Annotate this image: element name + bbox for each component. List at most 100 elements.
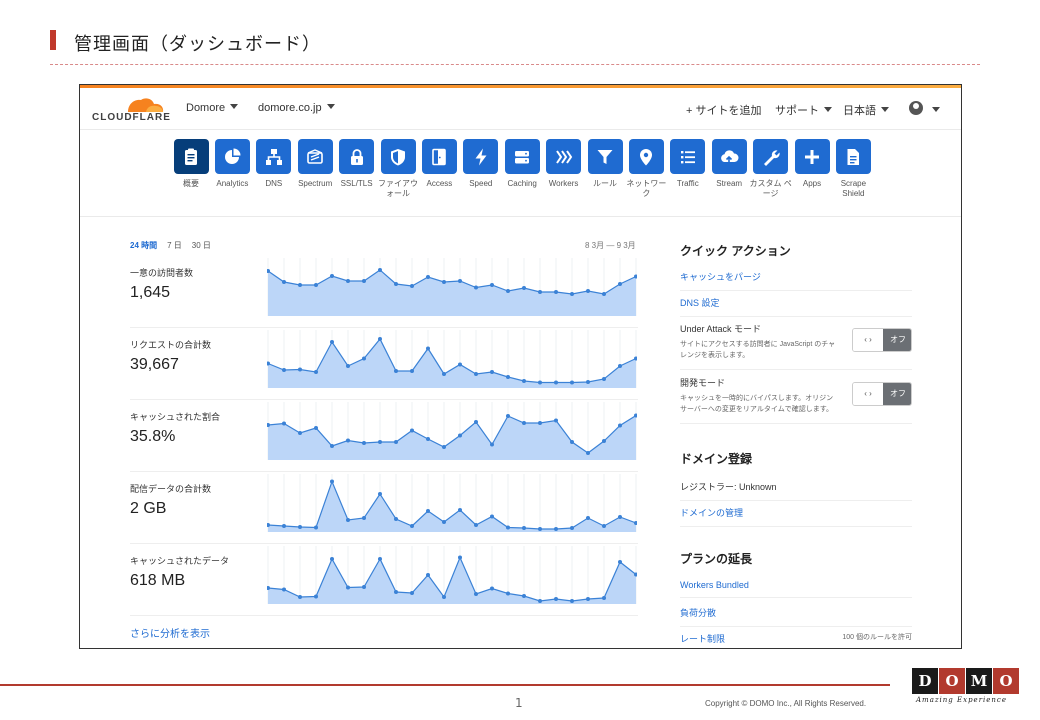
sparkline-point — [298, 525, 302, 529]
app-network[interactable]: DNS — [252, 139, 296, 189]
clipboard-icon — [173, 139, 209, 174]
sparkline-chart[interactable] — [267, 330, 637, 388]
app-wrench[interactable]: カスタム ページ — [749, 139, 793, 199]
app-label: 概要 — [183, 179, 199, 188]
under-attack-description: サイトにアクセスする訪問者に JavaScript のチャレンジを表示します。 — [680, 341, 836, 359]
metric-value: 1,645 — [130, 284, 171, 301]
wrench-icon — [753, 139, 789, 174]
sparkline-point — [442, 595, 446, 599]
app-label: ネットワーク — [626, 179, 667, 198]
sparkline-point — [570, 526, 574, 530]
app-label: Caching — [507, 179, 537, 188]
sparkline-point — [410, 428, 414, 433]
sparkline-point — [410, 284, 414, 288]
dev-mode-toggle[interactable]: ‹ › オフ — [852, 382, 912, 406]
app-spectrum[interactable]: Spectrum — [293, 139, 337, 189]
sparkline-point — [538, 599, 542, 603]
sparkline-point — [362, 356, 366, 361]
sparkline-point — [314, 594, 318, 599]
sparkline-point — [538, 290, 542, 294]
app-location-pin[interactable]: ネットワーク — [624, 139, 668, 199]
app-list[interactable]: Traffic — [666, 139, 710, 189]
rate-limiting-link[interactable]: レート制限 — [680, 634, 725, 644]
app-lock[interactable]: SSL/TLS — [335, 139, 379, 189]
sparkline-point — [346, 585, 350, 590]
language-dropdown[interactable]: 日本語 — [843, 102, 889, 118]
app-workers[interactable]: Workers — [542, 139, 586, 189]
app-bolt[interactable]: Speed — [459, 139, 503, 189]
sparkline-point — [522, 379, 526, 383]
sparkline-point — [330, 340, 334, 344]
dns-settings-link[interactable]: DNS 設定 — [680, 298, 720, 308]
registrar-text: レジストラー: Unknown — [680, 482, 777, 492]
sparkline-chart[interactable] — [267, 474, 637, 532]
sparkline-point — [282, 587, 286, 592]
sparkline-point — [394, 369, 398, 373]
app-label: ファイアウォール — [378, 179, 418, 198]
sparkline-point — [506, 414, 510, 418]
sparkline-point — [346, 518, 350, 522]
app-plus[interactable]: Apps — [790, 139, 834, 189]
page-number: 1 — [515, 696, 523, 710]
domain-registration-heading: ドメイン登録 — [680, 452, 753, 466]
support-dropdown[interactable]: サポート — [775, 102, 832, 118]
app-cloud-upload[interactable]: Stream — [707, 139, 751, 189]
metric-value: 39,667 — [130, 356, 179, 373]
domo-logo-letter: O — [939, 668, 965, 694]
domain-dropdown[interactable]: domore.co.jp — [258, 102, 335, 114]
domo-logo: D O M O Amazing Experience — [912, 668, 1022, 708]
user-circle-icon[interactable] — [909, 101, 923, 115]
sparkline-point — [586, 380, 590, 384]
sparkline-point — [458, 508, 462, 512]
range-tab[interactable]: 24 時間 — [130, 241, 157, 250]
account-dropdown[interactable]: Domore — [186, 102, 239, 114]
range-tab[interactable]: 7 日 — [167, 241, 182, 250]
language-label: 日本語 — [843, 105, 876, 117]
app-pie-chart[interactable]: Analytics — [210, 139, 254, 189]
sparkline-point — [346, 364, 350, 368]
sparkline-chart[interactable] — [267, 258, 637, 316]
purge-cache-link[interactable]: キャッシュをパージ — [680, 272, 761, 282]
range-tab[interactable]: 30 日 — [192, 241, 211, 250]
workers-bundled-link[interactable]: Workers Bundled — [680, 580, 749, 590]
app-server[interactable]: Caching — [500, 139, 544, 189]
pie-chart-icon — [214, 139, 250, 174]
date-range: 8 3月 — 9 3月 — [585, 241, 636, 250]
app-shield[interactable]: ファイアウォール — [376, 139, 420, 199]
rate-limit-note: 100 個のルールを許可 — [842, 634, 912, 641]
sparkline-point — [426, 437, 430, 441]
analytics-panel: 24 時間 7 日 30 日 8 3月 — 9 3月 一意の訪問者数 1,645 リクエ… — [80, 218, 660, 648]
sparkline-point — [394, 517, 398, 521]
toggle-arrows-icon: ‹ › — [853, 383, 883, 405]
more-analytics-link[interactable]: さらに分析を表示 — [130, 625, 210, 640]
toggle-off-label: オフ — [883, 383, 911, 405]
sparkline-point — [314, 283, 318, 287]
sparkline-point — [362, 279, 366, 283]
sparkline-point — [506, 375, 510, 379]
sparkline-point — [506, 289, 510, 293]
app-door[interactable]: Access — [417, 139, 461, 189]
shield-icon — [380, 139, 416, 174]
under-attack-toggle[interactable]: ‹ › オフ — [852, 328, 912, 352]
domain-manage-link[interactable]: ドメインの管理 — [680, 508, 743, 518]
sparkline-point — [602, 596, 606, 600]
quick-actions-heading: クイック アクション — [680, 244, 791, 258]
load-balancing-link[interactable]: 負荷分散 — [680, 608, 716, 618]
sparkline-point — [522, 421, 526, 425]
add-site-button[interactable]: + サイトを追加 — [686, 102, 761, 118]
sparkline-chart[interactable] — [267, 402, 637, 460]
chevron-down-icon[interactable] — [932, 107, 940, 112]
sparkline-point — [490, 283, 494, 287]
sparkline-point — [346, 279, 350, 283]
cloudflare-wordmark: CLOUDFLARE — [92, 112, 171, 123]
sparkline-point — [394, 440, 398, 444]
app-clipboard[interactable]: 概要 — [169, 139, 213, 189]
sparkline-chart[interactable] — [267, 546, 637, 604]
sparkline-point — [474, 592, 478, 596]
metric-row: キャッシュされた割合 35.8% — [130, 400, 638, 472]
time-range-tabs: 24 時間 7 日 30 日 — [130, 240, 221, 251]
app-document[interactable]: Scrape Shield — [831, 139, 875, 199]
sparkline-area — [268, 339, 636, 388]
sparkline-point — [474, 420, 478, 424]
app-filter[interactable]: ルール — [583, 139, 627, 189]
